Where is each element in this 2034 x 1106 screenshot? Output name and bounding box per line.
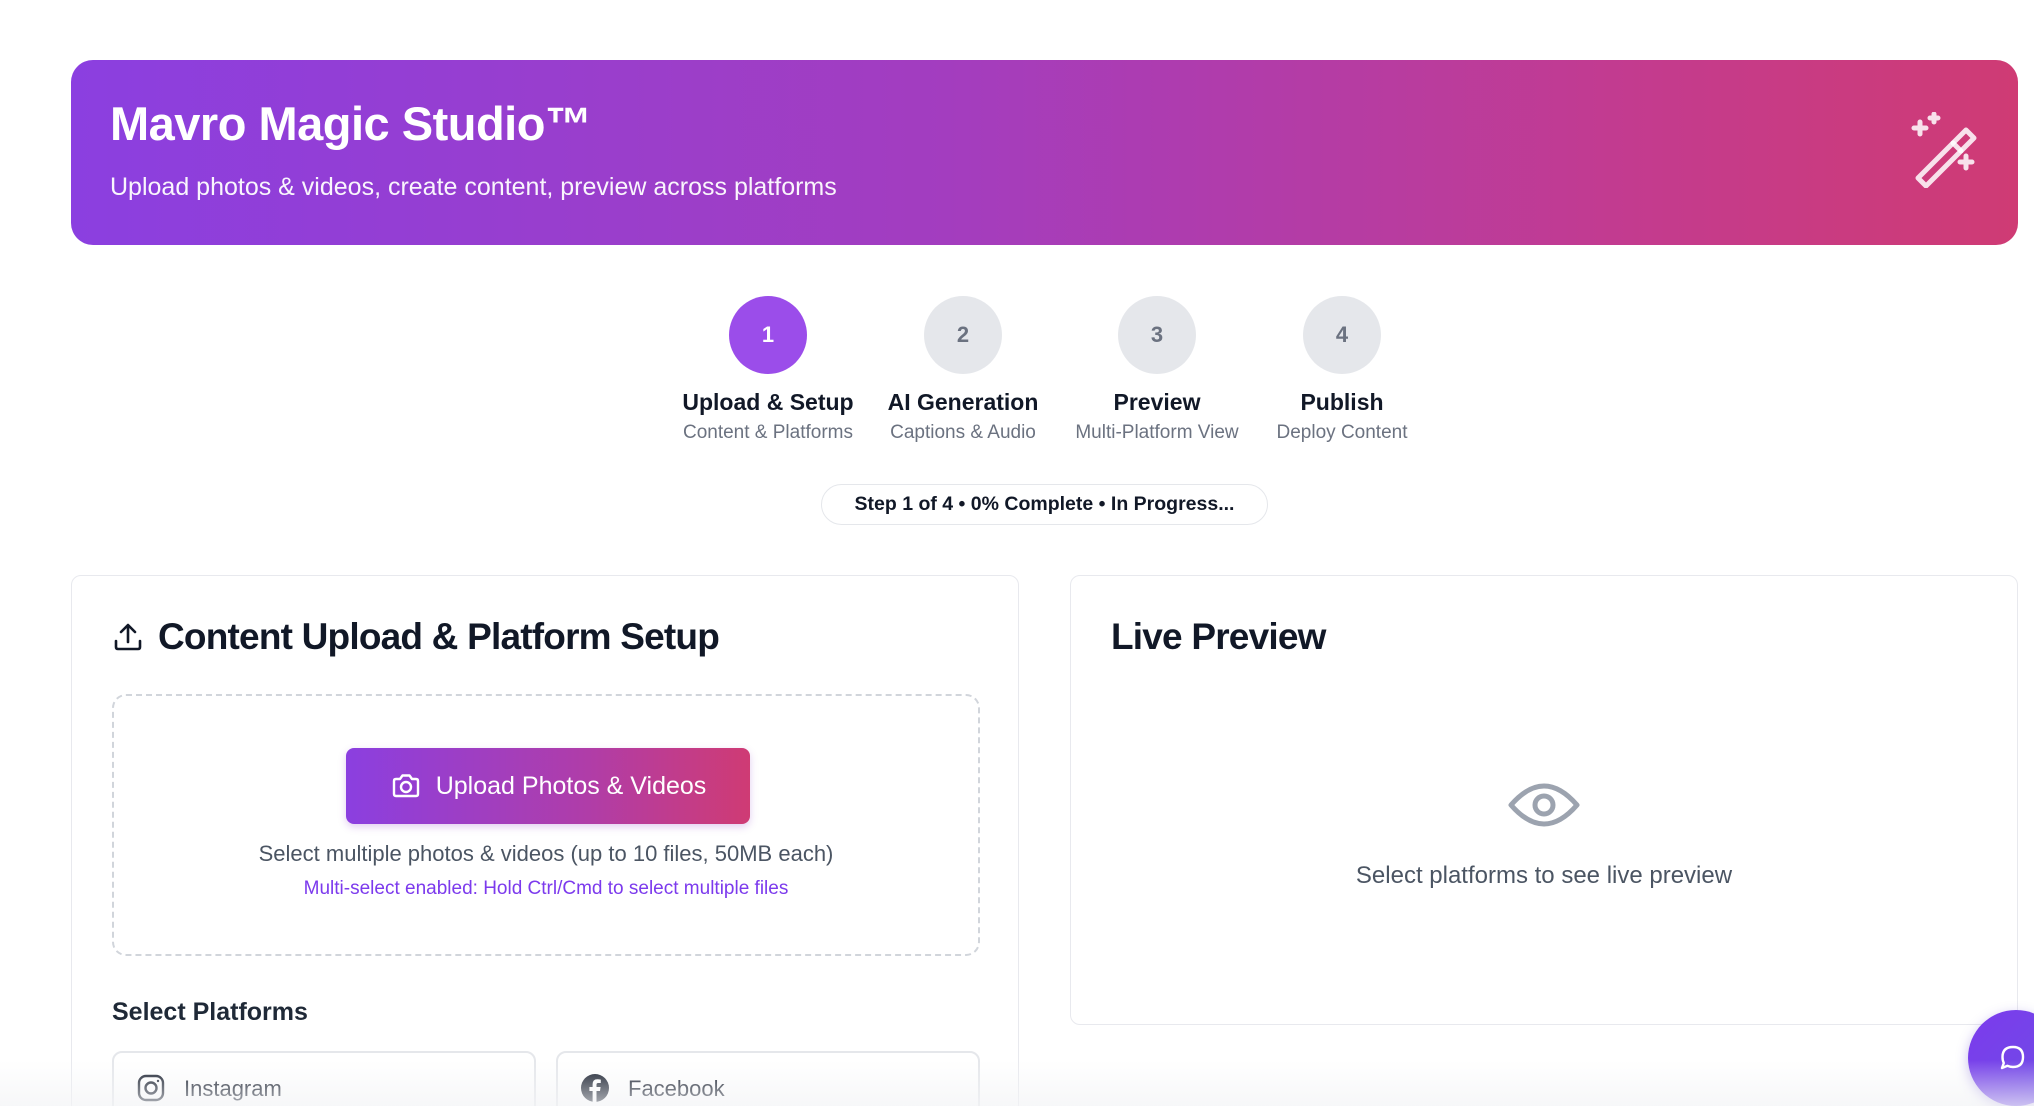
upload-photos-videos-button[interactable]: Upload Photos & Videos [346,748,750,824]
upload-button-label: Upload Photos & Videos [435,771,707,800]
preview-card-title: Live Preview [1111,616,1326,657]
step-publish[interactable]: 4 Publish Deploy Content [1232,296,1452,444]
instagram-icon [137,1074,165,1102]
step-number-badge: 4 [1303,296,1381,374]
select-platforms-label: Select Platforms [112,998,308,1026]
upload-icon [114,623,142,651]
facebook-icon [581,1074,609,1102]
upload-card-header: Content Upload & Platform Setup [112,616,720,658]
multi-select-note: Multi-select enabled: Hold Ctrl/Cmd to s… [303,878,789,899]
eye-icon [1508,783,1580,827]
magic-wand-icon [1911,112,1977,188]
camera-icon [392,774,419,798]
app-title: Mavro Magic Studio™ [110,97,592,150]
platform-label: Facebook [628,1076,725,1101]
file-dropzone[interactable]: Upload Photos & Videos Select multiple p… [112,694,980,956]
step-title: Publish [1300,389,1384,415]
step-subtitle: Captions & Audio [890,422,1036,443]
preview-empty-state: Select platforms to see live preview [1071,776,2017,890]
step-number-badge: 2 [924,296,1002,374]
step-ai-generation[interactable]: 2 AI Generation Captions & Audio [853,296,1073,444]
step-subtitle: Content & Platforms [682,422,854,443]
step-upload-setup[interactable]: 1 Upload & Setup Content & Platforms [658,296,878,444]
page: Mavro Magic Studio™ Upload photos & vide… [0,0,2034,1106]
platform-option-instagram[interactable]: Instagram [112,1051,536,1106]
chat-bubble-icon [2000,1045,2025,1070]
upload-hint-text: Select multiple photos & videos (up to 1… [258,841,834,866]
upload-setup-card: Content Upload & Platform Setup Upload P… [71,575,1019,1106]
platform-option-facebook[interactable]: Facebook [556,1051,980,1106]
step-title: Upload & Setup [682,389,854,415]
preview-empty-text: Select platforms to see live preview [1355,862,1733,889]
app-subtitle: Upload photos & videos, create content, … [110,173,837,201]
progress-status-badge: Step 1 of 4 • 0% Complete • In Progress.… [821,484,1268,525]
step-title: AI Generation [887,389,1039,415]
upload-card-title: Content Upload & Platform Setup [158,616,720,657]
step-number-badge: 1 [729,296,807,374]
step-number-badge: 3 [1118,296,1196,374]
platform-label: Instagram [184,1076,282,1101]
progress-stepper: 1 Upload & Setup Content & Platforms 2 A… [0,296,2034,446]
hero-banner: Mavro Magic Studio™ Upload photos & vide… [71,60,2018,245]
live-preview-card: Live Preview Select platforms to see liv… [1070,575,2018,1025]
step-subtitle: Deploy Content [1276,422,1408,443]
